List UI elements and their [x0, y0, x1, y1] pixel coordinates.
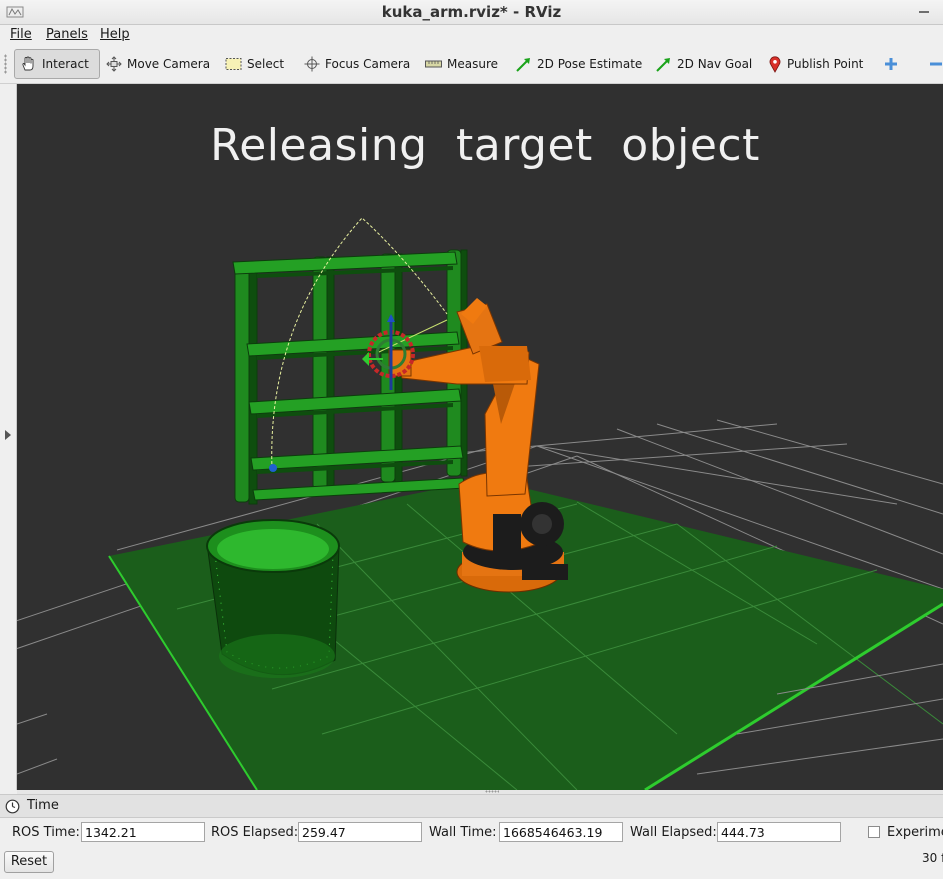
tool-publish-point-label: Publish Point [787, 57, 864, 71]
menu-file[interactable]: File [10, 27, 32, 42]
menu-bar: File Panels Help [0, 25, 943, 45]
minimize-icon [919, 11, 929, 13]
3d-scene[interactable] [17, 84, 943, 790]
window-title-bar: kuka_arm.rviz* - RViz [0, 0, 943, 25]
menu-file-label: File [10, 27, 32, 42]
time-panel-title: Time [27, 798, 59, 813]
tool-interact-label: Interact [42, 57, 89, 71]
menu-help-label: Help [100, 27, 130, 42]
tool-2d-pose-estimate[interactable]: 2D Pose Estimate [515, 49, 642, 79]
ros-time-label: ROS Time: [12, 825, 80, 840]
toolbar-grip-handle[interactable] [4, 54, 7, 74]
ros-elapsed-field[interactable] [298, 822, 422, 842]
add-tool-button[interactable] [884, 49, 898, 79]
tool-select-label: Select [247, 57, 285, 71]
move-camera-icon [106, 56, 122, 72]
ros-elapsed-label: ROS Elapsed: [211, 825, 299, 840]
tool-toolbar: Interact Move Camera Select Focus Camera [0, 45, 943, 84]
experimental-label: Experimental [887, 825, 943, 840]
tool-select[interactable]: Select [225, 49, 284, 79]
tool-measure[interactable]: Measure [425, 49, 498, 79]
tool-2d-nav-goal[interactable]: 2D Nav Goal [655, 49, 752, 79]
green-arrow-icon [656, 57, 670, 72]
shelf-target-marker [269, 464, 277, 472]
reset-button[interactable]: Reset [4, 851, 54, 873]
tool-focus-camera[interactable]: Focus Camera [304, 49, 410, 79]
hand-icon [22, 56, 34, 71]
ros-time-field[interactable] [81, 822, 205, 842]
fps-counter: 30 fps [922, 851, 943, 865]
window-title: kuka_arm.rviz* - RViz [381, 3, 562, 21]
menu-panels-label: Panels [46, 27, 88, 42]
wall-time-label: Wall Time: [429, 825, 497, 840]
tool-move-camera[interactable]: Move Camera [106, 49, 210, 79]
menu-help[interactable]: Help [100, 27, 130, 42]
tool-2d-pose-estimate-label: 2D Pose Estimate [537, 57, 643, 71]
minus-icon [930, 62, 942, 66]
select-box-icon [225, 58, 242, 70]
green-arrow-icon [516, 57, 530, 72]
time-panel: Time ROS Time: ROS Elapsed: Wall Time: W… [0, 794, 943, 879]
remove-tool-button[interactable] [929, 49, 943, 79]
clock-icon [5, 799, 20, 814]
experimental-checkbox[interactable] [868, 826, 880, 838]
wall-time-field[interactable] [499, 822, 623, 842]
status-overlay-text: Releasing target object [210, 120, 760, 171]
plus-icon [885, 58, 897, 70]
tool-interact[interactable]: Interact [14, 49, 100, 79]
wall-elapsed-field[interactable] [717, 822, 841, 842]
tool-focus-camera-label: Focus Camera [325, 57, 411, 71]
left-dock-collapse-handle[interactable] [0, 84, 17, 790]
tool-move-camera-label: Move Camera [127, 57, 211, 71]
wall-elapsed-label: Wall Elapsed: [630, 825, 717, 840]
menu-panels[interactable]: Panels [46, 27, 88, 42]
tool-measure-label: Measure [447, 57, 498, 71]
splitter-grip-icon [485, 790, 499, 793]
tool-2d-nav-goal-label: 2D Nav Goal [677, 57, 753, 71]
expand-arrow-icon [5, 430, 11, 440]
time-panel-header[interactable]: Time [0, 794, 943, 818]
crosshair-icon [304, 56, 320, 72]
map-pin-icon [769, 56, 781, 73]
bin [206, 519, 340, 678]
ruler-icon [425, 60, 442, 68]
render-viewport[interactable]: Releasing target object [17, 84, 943, 790]
tool-publish-point[interactable]: Publish Point [768, 49, 863, 79]
minimize-button[interactable] [917, 2, 931, 20]
